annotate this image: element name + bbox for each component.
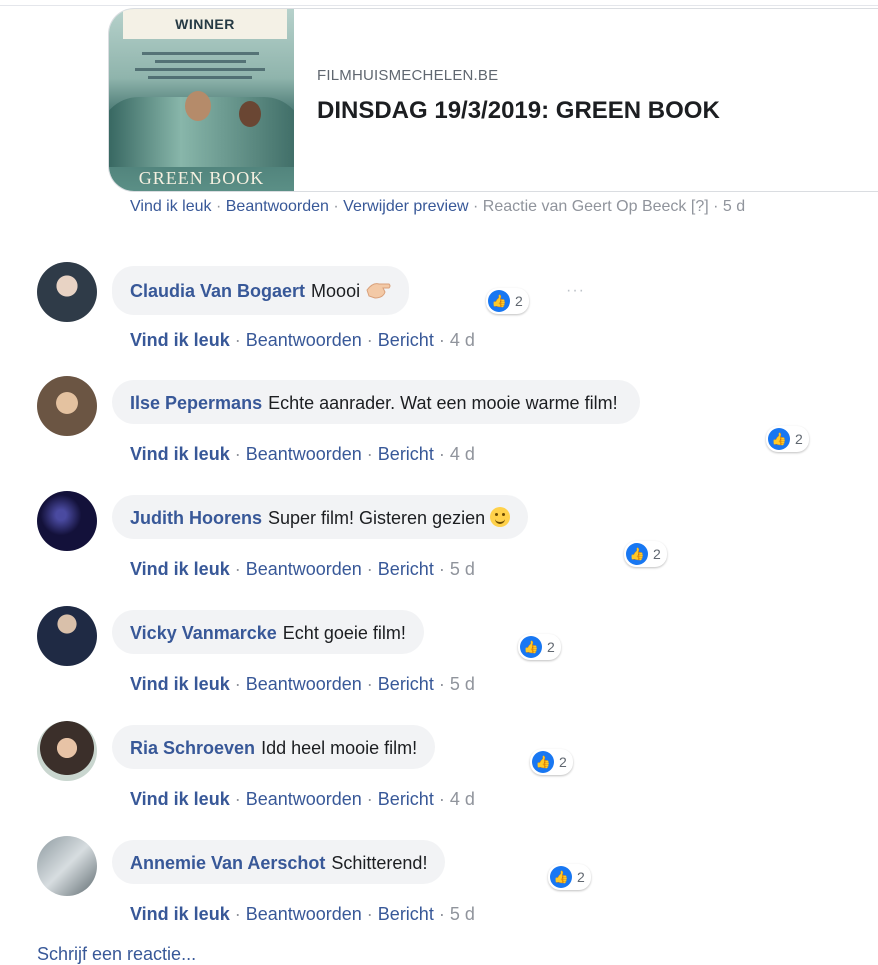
- link-preview-card[interactable]: WINNER GREEN BOOK FILMHUISMECHELEN.BE DI…: [108, 8, 878, 192]
- write-comment-link[interactable]: Schrijf een reactie...: [37, 944, 196, 965]
- like-link[interactable]: Vind ik leuk: [130, 674, 230, 694]
- comment-actions: Vind ik leuk · Beantwoorden · Bericht · …: [130, 559, 475, 579]
- like-count: 2: [515, 293, 523, 309]
- like-link[interactable]: Vind ik leuk: [130, 330, 230, 350]
- timestamp: 4 d: [449, 444, 475, 464]
- top-divider: [0, 5, 878, 6]
- like-icon: 👍: [488, 290, 510, 312]
- comment-author[interactable]: Annemie Van Aerschot: [130, 853, 325, 873]
- like-count: 2: [653, 546, 661, 562]
- more-options-icon[interactable]: ···: [566, 282, 585, 300]
- reply-link[interactable]: Beantwoorden: [246, 330, 362, 350]
- comment-bubble: Ria Schroeven Idd heel mooie film!: [112, 725, 436, 769]
- like-count: 2: [795, 431, 803, 447]
- avatar[interactable]: [37, 836, 97, 896]
- comment-text: Schitterend!: [331, 853, 428, 873]
- comment-actions: Vind ik leuk · Beantwoorden · Bericht · …: [130, 674, 475, 694]
- avatar[interactable]: [37, 721, 97, 781]
- comment-bubble: Claudia Van Bogaert Moooi: [112, 266, 410, 315]
- comment-text: Moooi: [311, 281, 361, 301]
- like-reaction-count[interactable]: 👍 2: [548, 864, 591, 890]
- preview-poster-image: WINNER GREEN BOOK: [109, 9, 294, 191]
- comment-bubble: Vicky Vanmarcke Echt goeie film!: [112, 610, 424, 654]
- comment-author[interactable]: Judith Hoorens: [130, 508, 262, 528]
- flag-text: [?]: [690, 198, 709, 215]
- comment-author[interactable]: Ilse Pepermans: [130, 393, 262, 413]
- comment-bubble: Annemie Van Aerschot Schitterend!: [112, 840, 446, 884]
- reaction-by-text: Reactie van Geert Op Beeck: [482, 198, 687, 215]
- comment-author[interactable]: Ria Schroeven: [130, 738, 255, 758]
- smile-emoji-icon: [490, 507, 511, 527]
- reply-link[interactable]: Beantwoorden: [246, 789, 362, 809]
- avatar[interactable]: [37, 491, 97, 551]
- comment-text: Idd heel mooie film!: [261, 738, 418, 758]
- like-count: 2: [547, 639, 555, 655]
- comment-bubble: Ilse Pepermans Echte aanrader. Wat een mo…: [112, 380, 640, 424]
- comment-actions: Vind ik leuk · Beantwoorden · Bericht · …: [130, 444, 475, 464]
- comment-text: Echt goeie film!: [282, 623, 406, 643]
- like-icon: 👍: [768, 428, 790, 450]
- like-link[interactable]: Vind ik leuk: [130, 904, 230, 924]
- poster-tagline-lines: [135, 47, 265, 84]
- poster-figure: [239, 101, 261, 127]
- poster-title: GREEN BOOK: [138, 168, 265, 188]
- message-link[interactable]: Bericht: [378, 789, 434, 809]
- avatar[interactable]: [37, 262, 97, 322]
- reply-link[interactable]: Beantwoorden: [246, 674, 362, 694]
- preview-actions: Vind ik leuk · Beantwoorden · Verwijder …: [130, 198, 746, 215]
- like-link[interactable]: Vind ik leuk: [130, 444, 230, 464]
- timestamp: 4 d: [449, 789, 475, 809]
- message-link[interactable]: Bericht: [378, 330, 434, 350]
- like-icon: 👍: [550, 866, 572, 888]
- timestamp: 5 d: [449, 559, 475, 579]
- reply-link[interactable]: Beantwoorden: [246, 904, 362, 924]
- like-link[interactable]: Vind ik leuk: [130, 559, 230, 579]
- comment-actions: Vind ik leuk · Beantwoorden · Bericht · …: [130, 789, 475, 809]
- like-reaction-count[interactable]: 👍 2: [624, 541, 667, 567]
- like-reaction-count[interactable]: 👍 2: [530, 749, 573, 775]
- message-link[interactable]: Bericht: [378, 444, 434, 464]
- comment-author[interactable]: Claudia Van Bogaert: [130, 281, 305, 301]
- comment-text: Echte aanrader. Wat een mooie warme film…: [268, 393, 618, 413]
- like-reaction-count[interactable]: 👍 2: [518, 634, 561, 660]
- message-link[interactable]: Bericht: [378, 904, 434, 924]
- remove-preview-link[interactable]: Verwijder preview: [343, 198, 468, 215]
- avatar[interactable]: [37, 376, 97, 436]
- timestamp: 5 d: [722, 198, 746, 215]
- poster-banner: WINNER: [123, 9, 287, 39]
- comment-bubble: Judith Hoorens Super film! Gisteren gezie…: [112, 495, 529, 539]
- avatar[interactable]: [37, 606, 97, 666]
- preview-domain: FILMHUISMECHELEN.BE: [317, 67, 499, 84]
- comment-actions: Vind ik leuk · Beantwoorden · Bericht · …: [130, 904, 475, 924]
- like-icon: 👍: [532, 751, 554, 773]
- thumb-hand-emoji-icon: [365, 278, 391, 305]
- like-link[interactable]: Vind ik leuk: [130, 198, 212, 215]
- reply-link[interactable]: Beantwoorden: [246, 559, 362, 579]
- like-count: 2: [577, 869, 585, 885]
- timestamp: 4 d: [449, 330, 475, 350]
- message-link[interactable]: Bericht: [378, 559, 434, 579]
- reply-link[interactable]: Beantwoorden: [246, 444, 362, 464]
- comment-text: Super film! Gisteren gezien: [268, 508, 486, 528]
- like-reaction-count[interactable]: 👍 2: [486, 288, 529, 314]
- preview-title[interactable]: DINSDAG 19/3/2019: GREEN BOOK: [317, 97, 720, 125]
- timestamp: 5 d: [449, 904, 475, 924]
- like-count: 2: [559, 754, 567, 770]
- comment-actions: Vind ik leuk · Beantwoorden · Bericht · …: [130, 330, 475, 350]
- poster-figure: [185, 91, 211, 121]
- like-icon: 👍: [626, 543, 648, 565]
- like-link[interactable]: Vind ik leuk: [130, 789, 230, 809]
- timestamp: 5 d: [449, 674, 475, 694]
- like-reaction-count[interactable]: 👍 2: [766, 426, 809, 452]
- message-link[interactable]: Bericht: [378, 674, 434, 694]
- like-icon: 👍: [520, 636, 542, 658]
- comment-author[interactable]: Vicky Vanmarcke: [130, 623, 277, 643]
- reply-link[interactable]: Beantwoorden: [226, 198, 329, 215]
